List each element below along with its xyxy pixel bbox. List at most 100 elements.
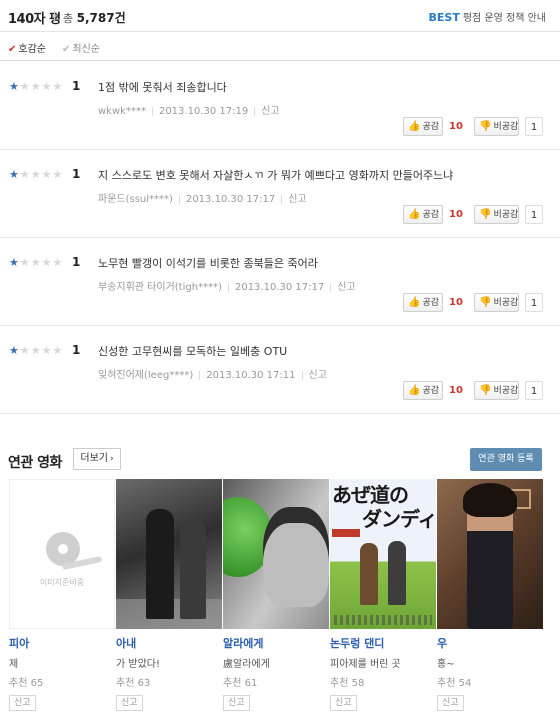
- poster-figure: [388, 541, 406, 605]
- divider: [54, 11, 55, 22]
- star-rating: ★★★★★: [9, 344, 63, 357]
- like-button[interactable]: 👍 공감: [403, 381, 443, 400]
- movie-poster[interactable]: [116, 479, 222, 629]
- sort-option-likes[interactable]: ✔ 호감순: [8, 40, 46, 55]
- thumbs-up-icon: 👍: [408, 385, 421, 396]
- like-count: 10: [449, 121, 463, 132]
- sort-option-latest[interactable]: ✔ 최신순: [62, 40, 100, 55]
- report-button[interactable]: 신고: [330, 695, 357, 711]
- dislike-label: 비공감: [493, 386, 519, 396]
- like-count: 10: [449, 385, 463, 396]
- report-link[interactable]: 신고: [288, 194, 306, 205]
- dislike-button[interactable]: 👎 비공감: [474, 205, 519, 224]
- review-date: 2013.10.30 17:11: [206, 370, 296, 381]
- star-rating: ★★★★★: [9, 256, 63, 269]
- movie-subtitle: 피아제를 버린 곳: [330, 659, 401, 670]
- review-item: ★★★★★ 1 노무현 빨갱이 이석기를 비롯한 종북들은 죽어라 부송지휘관 …: [0, 238, 560, 326]
- movie-poster[interactable]: あぜ道の ダンディ: [330, 479, 436, 629]
- like-label: 공감: [422, 210, 440, 220]
- thumbs-up-icon: 👍: [408, 121, 421, 132]
- review-user[interactable]: 부송지휘관 타이거(tigh****): [98, 282, 222, 293]
- review-meta: 부송지휘관 타이거(tigh****) 2013.10.30 17:17 신고: [98, 278, 356, 293]
- reviews-title: 140자 평: [8, 12, 61, 27]
- movie-title[interactable]: 피아: [9, 635, 115, 651]
- movie-title[interactable]: 알라에게: [223, 635, 329, 651]
- review-text: 지 스스로도 변호 못해서 자살한ㅅㄲ 가 뭐가 예쁘다고 영화까지 만들어주느…: [98, 169, 454, 182]
- review-user[interactable]: 파운드(ssul****): [98, 194, 173, 205]
- review-count: 총 5,787건: [63, 9, 126, 26]
- dislike-button[interactable]: 👎 비공감: [474, 381, 519, 400]
- report-button[interactable]: 신고: [223, 695, 250, 711]
- star-icon-filled: ★: [9, 344, 20, 357]
- poster-figure: [360, 543, 378, 605]
- like-button[interactable]: 👍 공감: [403, 205, 443, 224]
- dislike-label: 비공감: [493, 122, 519, 132]
- movie-title[interactable]: 아내: [116, 635, 222, 651]
- thumbs-up-icon: 👍: [408, 209, 421, 220]
- review-text: 노무현 빨갱이 이석기를 비롯한 종북들은 죽어라: [98, 257, 318, 270]
- policy-link[interactable]: BEST 평점 운영 정책 안내: [429, 9, 546, 24]
- movie-subtitle: 가 받았다!: [116, 659, 160, 670]
- review-item: ★★★★★ 1 1점 밖에 못줘서 죄송합니다 wkwk**** 2013.10.…: [0, 62, 560, 150]
- more-button[interactable]: 더보기 ›: [73, 448, 121, 470]
- like-button[interactable]: 👍 공감: [403, 293, 443, 312]
- report-link[interactable]: 신고: [261, 106, 279, 117]
- movie-subtitle: 홍~: [437, 659, 455, 670]
- related-movie-card[interactable]: 우 홍~ 추천 54 신고: [437, 479, 543, 711]
- register-related-movie-button[interactable]: 연관 영화 등록: [470, 448, 542, 471]
- dislike-count: 1: [525, 205, 543, 224]
- divider: [281, 194, 283, 204]
- movie-poster[interactable]: [437, 479, 543, 629]
- report-button[interactable]: 신고: [116, 695, 143, 711]
- poster-red-block: [332, 529, 360, 537]
- related-movie-card[interactable]: あぜ道の ダンディ 논두렁 댄디 피아제를 버린 곳 추천 58 신고: [330, 479, 436, 711]
- movie-recommend-count: 추천 63: [116, 678, 151, 689]
- report-link[interactable]: 신고: [309, 370, 327, 381]
- review-item: ★★★★★ 1 신성한 고무현씨를 모독하는 일베충 OTU 잊혀진어제(lee…: [0, 326, 560, 414]
- review-user[interactable]: wkwk****: [98, 106, 146, 117]
- sort-label: 호감순: [18, 44, 46, 55]
- dislike-button[interactable]: 👎 비공감: [474, 117, 519, 136]
- review-score: 1: [72, 343, 81, 357]
- dislike-button[interactable]: 👎 비공감: [474, 293, 519, 312]
- movie-recommend-count: 추천 54: [437, 678, 472, 689]
- like-button[interactable]: 👍 공감: [403, 117, 443, 136]
- poster-figure: [180, 519, 206, 619]
- check-icon: ✔: [62, 44, 71, 55]
- check-icon: ✔: [8, 44, 17, 55]
- report-button[interactable]: 신고: [437, 695, 464, 711]
- divider: [330, 282, 332, 292]
- related-movie-card[interactable]: 알라에게 盧알라에게 추천 61 신고: [223, 479, 329, 711]
- sort-bar: ✔ 호감순 ✔ 최신순: [0, 33, 560, 61]
- dislike-count: 1: [525, 381, 543, 400]
- star-icon-filled: ★: [9, 80, 20, 93]
- review-score: 1: [72, 79, 81, 93]
- review-meta: 파운드(ssul****) 2013.10.30 17:17 신고: [98, 190, 307, 205]
- review-date: 2013.10.30 17:17: [234, 282, 325, 293]
- movie-title[interactable]: 우: [437, 635, 543, 651]
- related-movie-card[interactable]: 이미지준비중 피아 제 추천 65 신고: [9, 479, 115, 711]
- review-user[interactable]: 잊혀진어제(leeg****): [98, 370, 193, 381]
- review-item: ★★★★★ 1 지 스스로도 변호 못해서 자살한ㅅㄲ 가 뭐가 예쁘다고 영화…: [0, 150, 560, 238]
- report-link[interactable]: 신고: [337, 282, 355, 293]
- chevron-right-icon: ›: [110, 454, 114, 464]
- movie-poster[interactable]: [223, 479, 329, 629]
- review-score: 1: [72, 167, 81, 181]
- dislike-count: 1: [525, 293, 543, 312]
- like-label: 공감: [422, 122, 440, 132]
- sort-label: 최신순: [72, 44, 100, 55]
- best-label: BEST: [428, 11, 460, 24]
- related-movie-card[interactable]: 아내 가 받았다! 추천 63 신고: [116, 479, 222, 711]
- thumbs-down-icon: 👎: [479, 297, 492, 308]
- star-icon-empty: ★★★★: [19, 80, 64, 93]
- star-icon-empty: ★★★★: [19, 168, 64, 181]
- movie-subtitle: 제: [9, 659, 19, 670]
- review-date: 2013.10.30 17:19: [158, 106, 249, 117]
- movie-title[interactable]: 논두렁 댄디: [330, 635, 436, 651]
- like-count: 10: [449, 297, 463, 308]
- report-button[interactable]: 신고: [9, 695, 36, 711]
- movie-poster[interactable]: 이미지준비중: [9, 479, 115, 629]
- dislike-label: 비공감: [493, 298, 519, 308]
- policy-text: 평점 운영 정책 안내: [462, 13, 546, 24]
- star-icon-empty: ★★★★: [19, 256, 64, 269]
